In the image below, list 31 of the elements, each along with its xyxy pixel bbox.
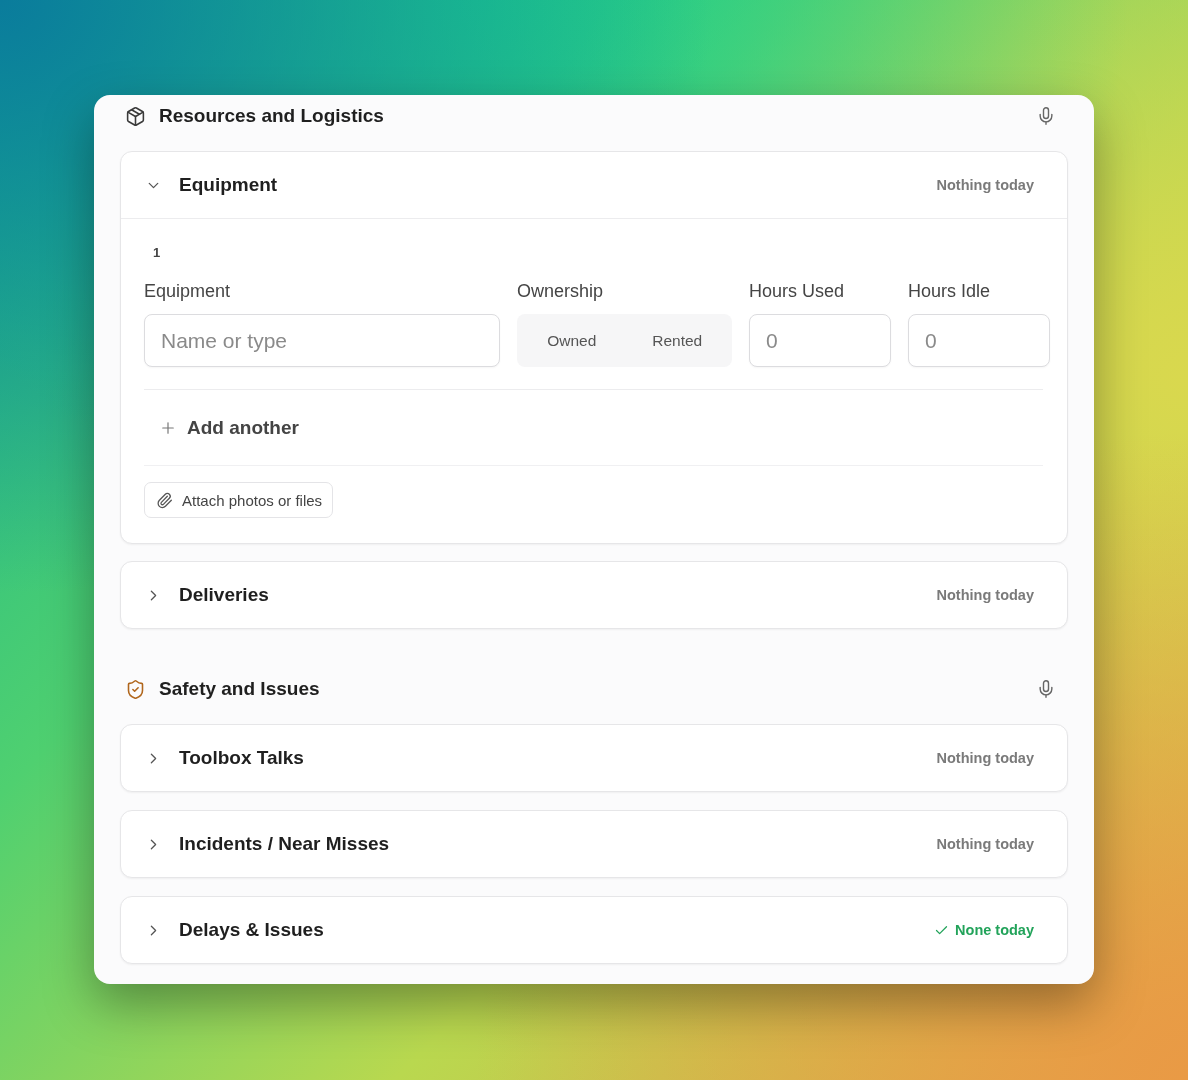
section-title: Safety and Issues [159,678,321,700]
microphone-icon [1036,106,1056,126]
status-label: Nothing today [936,750,1034,766]
status-label: None today [955,922,1034,938]
shield-check-icon [125,678,146,700]
accordion-toggle[interactable]: Deliveries [145,584,269,606]
text-input[interactable]: Name or type [144,314,500,367]
field-label: Ownership [517,280,605,303]
hours-input[interactable]: 0 [908,314,1050,367]
hours-input[interactable]: 0 [749,314,891,367]
segment-option[interactable]: Owned [521,320,623,361]
field-label: Hours Idle [908,280,992,303]
voice-input-button[interactable] [1036,679,1056,699]
segment-option[interactable]: Rented [626,320,728,361]
entry-number: 1 [152,245,162,261]
accordion-toggle[interactable]: Delays & Issues [145,919,324,941]
status-label: Nothing today [936,836,1034,852]
status-label: Nothing today [936,587,1034,603]
add-another-button[interactable]: Add another [159,416,299,439]
voice-input-button[interactable] [1036,106,1056,126]
accordion-toggle[interactable]: Toolbox Talks [145,747,304,769]
attach-button[interactable]: Attach photos or files [144,482,334,518]
accordion-toggle[interactable]: Equipment [145,174,278,196]
package-icon [125,105,146,127]
microphone-icon [1036,679,1056,699]
accordion-toggle[interactable]: Incidents / Near Misses [145,833,390,855]
paperclip-icon [156,491,173,509]
status-label: Nothing today [936,177,1034,193]
section-title: Resources and Logistics [159,105,385,127]
field-label: Hours Used [749,280,846,303]
field-label: Equipment [144,280,232,303]
